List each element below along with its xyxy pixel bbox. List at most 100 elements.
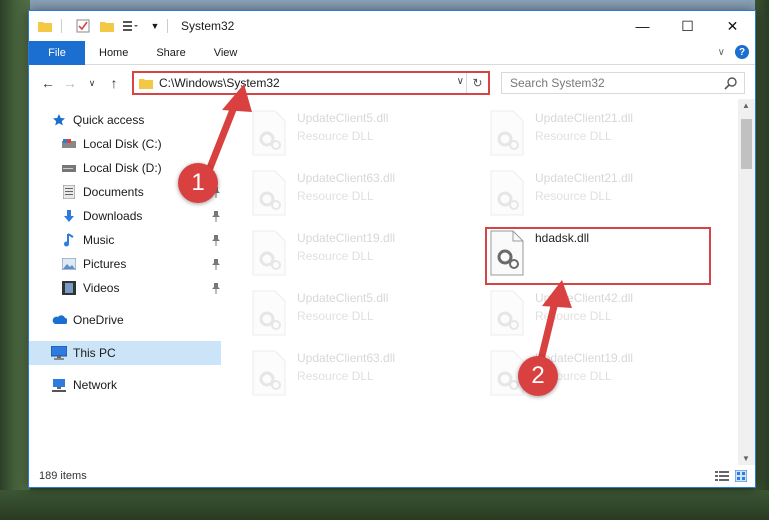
file-item[interactable]: UpdateClient5.dll Resource DLL [249,289,479,345]
pin-icon[interactable] [211,258,221,270]
tab-file[interactable]: File [29,40,85,65]
videos-icon [61,280,77,296]
title-bar: ▼ System32 — ☐ ✕ [29,11,755,41]
tab-view[interactable]: View [200,41,252,65]
file-name: UpdateClient5.dll [297,291,389,305]
file-explorer-window: ▼ System32 — ☐ ✕ File Home Share View ∨ … [28,10,756,488]
view-toggle [715,469,748,485]
sidebar-item-label: Videos [83,281,120,295]
network-icon [51,377,67,393]
divider [167,19,168,33]
sidebar-item-label: Pictures [83,257,127,271]
scroll-down-icon[interactable]: ▼ [742,454,750,463]
file-type: Resource DLL [297,369,374,383]
customize-toolbar-icon[interactable] [123,18,139,34]
pin-icon[interactable] [211,234,221,246]
search-box[interactable] [501,72,745,94]
ribbon-right: ∨ ? [718,45,749,59]
navigation-bar: ← → ∨ ↑ C:\Windows\System32 ∨ ↻ [29,67,755,99]
folder-icon [37,18,53,34]
forward-arrow-icon[interactable]: → [59,72,81,94]
pictures-icon [61,256,77,272]
pin-icon[interactable] [211,282,221,294]
file-type: Resource DLL [297,249,374,263]
highlight-address-box [132,71,490,95]
file-item[interactable]: UpdateClient21.dll Resource DLL [487,109,717,165]
file-name: UpdateClient63.dll [297,171,396,185]
sidebar-item-label: Quick access [73,113,145,127]
file-item[interactable]: UpdateClient21.dll Resource DLL [487,169,717,225]
expand-ribbon-icon[interactable]: ∨ [718,47,725,58]
dll-file-icon [249,109,289,157]
dll-file-icon [487,109,527,157]
file-name: UpdateClient21.dll [535,111,634,125]
file-item[interactable]: UpdateClient5.dll Resource DLL [249,109,479,165]
scrollbar-thumb[interactable] [741,119,752,169]
file-type: Resource DLL [535,129,612,143]
window-controls: — ☐ ✕ [620,11,755,41]
file-item[interactable]: UpdateClient19.dll Resource DLL [249,229,479,285]
desktop-background-right [755,0,769,520]
sidebar-item-network[interactable]: Network [51,374,221,396]
details-view-icon[interactable] [715,470,729,485]
music-icon [61,232,77,248]
back-arrow-icon[interactable]: ← [37,72,59,94]
file-name: UpdateClient19.dll [297,231,396,245]
sidebar-item-onedrive[interactable]: OneDrive [51,309,221,331]
properties-icon[interactable] [75,18,91,34]
sidebar-item-label: Local Disk (D:) [83,161,162,175]
star-icon [51,112,67,128]
scroll-up-icon[interactable]: ▲ [742,101,750,110]
dll-file-icon [249,169,289,217]
tab-share[interactable]: Share [142,41,199,65]
sidebar-item-this-pc[interactable]: This PC [51,342,221,364]
file-item[interactable]: UpdateClient63.dll Resource DLL [249,349,479,405]
file-type: Resource DLL [535,189,612,203]
window-title: System32 [181,19,235,33]
ribbon-tabs: File Home Share View ∨ ? [29,40,755,65]
sidebar-item-label: OneDrive [73,313,124,327]
sidebar-item-videos[interactable]: Videos [61,277,221,299]
status-bar: 189 items [29,465,755,487]
sidebar-item-label: Downloads [83,209,143,223]
file-type: Resource DLL [535,309,612,323]
sidebar-item-pictures[interactable]: Pictures [61,253,221,275]
new-folder-icon[interactable] [99,18,115,34]
documents-icon [61,184,77,200]
step1-badge: 1 [178,163,218,203]
download-icon [61,208,77,224]
sidebar-item-label: This PC [73,346,116,360]
cloud-icon [51,312,67,328]
computer-icon [51,345,67,361]
sidebar-item-label: Music [83,233,115,247]
sidebar-item-downloads[interactable]: Downloads [61,205,221,227]
minimize-button[interactable]: — [620,11,665,41]
sidebar-item-local-disk-c[interactable]: Local Disk (C:) [61,133,221,155]
file-name: UpdateClient42.dll [535,291,634,305]
chevron-down-icon[interactable]: ▼ [147,18,163,34]
search-input[interactable] [510,76,720,90]
step2-badge: 2 [518,356,558,396]
sidebar-item-label: Network [73,378,118,392]
search-icon[interactable] [724,76,738,93]
recent-locations-icon[interactable]: ∨ [81,72,103,94]
dll-file-icon [249,349,289,397]
help-icon[interactable]: ? [735,45,749,59]
file-name: UpdateClient21.dll [535,171,634,185]
drive-icon [61,160,77,176]
maximize-button[interactable]: ☐ [665,11,710,41]
pin-icon[interactable] [211,210,221,222]
file-item[interactable]: UpdateClient63.dll Resource DLL [249,169,479,225]
dll-file-icon [487,289,527,337]
navigation-pane: Quick access Local Disk (C:) Local Disk … [29,105,223,465]
desktop-background-left [0,0,30,520]
vertical-scrollbar[interactable]: ▲ ▼ [738,99,755,465]
close-button[interactable]: ✕ [710,11,755,41]
sidebar-item-quick-access[interactable]: Quick access [51,109,221,131]
drive-icon [61,136,77,152]
large-icons-view-icon[interactable] [734,469,748,485]
sidebar-item-music[interactable]: Music [61,229,221,251]
up-arrow-icon[interactable]: ↑ [103,72,125,94]
tab-home[interactable]: Home [85,41,142,65]
file-item[interactable]: UpdateClient42.dll Resource DLL [487,289,717,345]
